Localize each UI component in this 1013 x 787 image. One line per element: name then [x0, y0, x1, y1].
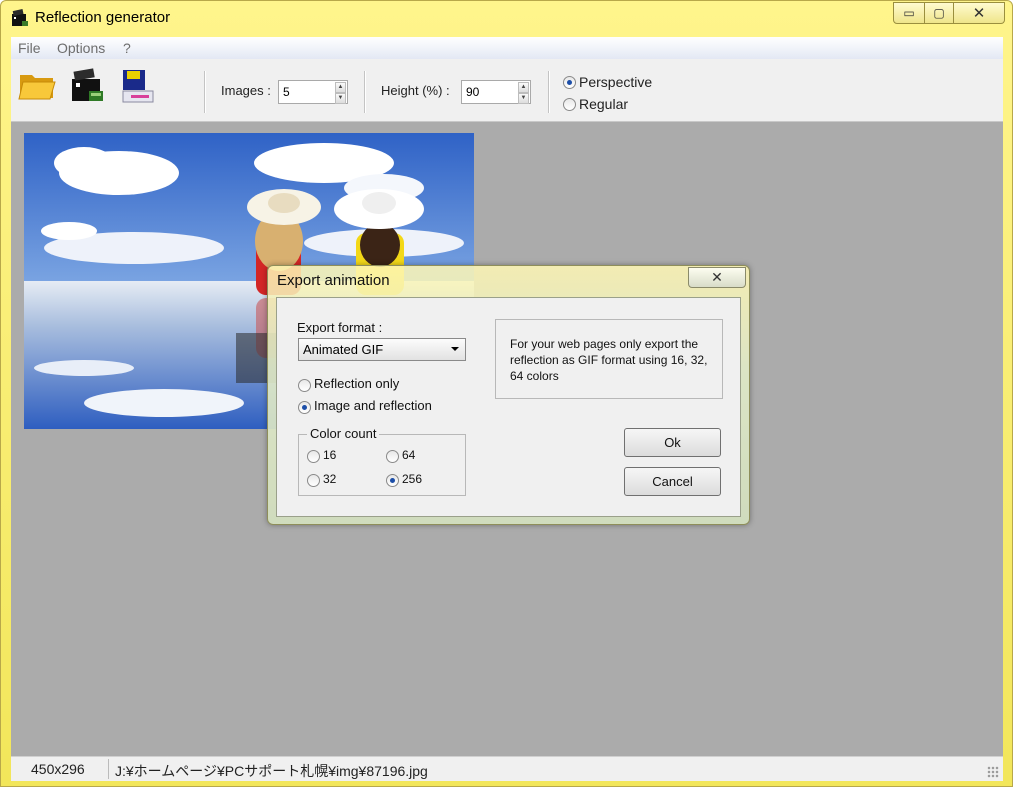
dialog-body: Export format : Animated GIF Reflection …: [276, 297, 741, 517]
status-bar: 450x296 J:¥ホームページ¥PCサポート札幌¥img¥87196.jpg: [11, 756, 1003, 781]
menu-help[interactable]: ?: [123, 40, 131, 56]
perspective-label[interactable]: Perspective: [579, 74, 652, 90]
cancel-button[interactable]: Cancel: [624, 467, 721, 496]
images-spinner[interactable]: 5 ▲ ▼: [278, 80, 348, 104]
color-count-group: Color count 16 64 32 256: [298, 426, 466, 496]
menu-options[interactable]: Options: [57, 40, 105, 56]
spin-up-icon[interactable]: ▲: [518, 82, 529, 93]
film-icon[interactable]: [67, 65, 107, 105]
spin-down-icon[interactable]: ▼: [518, 93, 529, 104]
image-size-status: 450x296: [31, 761, 85, 777]
toolbar-separator: [548, 71, 550, 113]
maximize-button[interactable]: ▢: [925, 2, 954, 24]
color-16-label[interactable]: 16: [323, 448, 336, 462]
close-button[interactable]: ✕: [954, 2, 1005, 24]
toolbar: Images : 5 ▲ ▼ Height (%) : 90 ▲ ▼ Persp…: [11, 59, 1003, 122]
height-label: Height (%) :: [381, 83, 450, 98]
toolbar-separator: [364, 71, 366, 113]
regular-radio[interactable]: [563, 98, 576, 111]
minimize-button[interactable]: ▭: [893, 2, 925, 24]
dialog-close-button[interactable]: ✕: [688, 267, 746, 288]
export-format-select[interactable]: Animated GIF: [298, 338, 466, 361]
color-64-radio[interactable]: [386, 450, 399, 463]
dialog-title: Export animation: [277, 272, 390, 289]
reflection-only-radio[interactable]: [298, 379, 311, 392]
image-and-reflection-label[interactable]: Image and reflection: [314, 398, 432, 413]
reflection-only-label[interactable]: Reflection only: [314, 376, 399, 391]
save-disk-icon[interactable]: [117, 65, 157, 105]
ok-button[interactable]: Ok: [624, 428, 721, 457]
menu-file[interactable]: File: [18, 40, 41, 56]
app-window: Reflection generator ▭ ▢ ✕ File Options …: [0, 0, 1013, 787]
color-count-title: Color count: [307, 426, 380, 441]
height-spinner[interactable]: 90 ▲ ▼: [461, 80, 531, 104]
images-value[interactable]: 5: [283, 85, 290, 99]
resize-grip-icon[interactable]: [987, 766, 999, 778]
chevron-down-icon: [451, 347, 459, 351]
images-label: Images :: [221, 83, 271, 98]
perspective-radio[interactable]: [563, 76, 576, 89]
export-animation-dialog: Export animation ✕ Export format : Anima…: [267, 265, 750, 525]
toolbar-separator: [204, 71, 206, 113]
color-64-label[interactable]: 64: [402, 448, 415, 462]
color-256-radio[interactable]: [386, 474, 399, 487]
title-bar[interactable]: Reflection generator ▭ ▢ ✕: [1, 1, 1012, 35]
export-format-value: Animated GIF: [303, 342, 384, 357]
color-16-radio[interactable]: [307, 450, 320, 463]
maximize-icon: ▢: [933, 6, 945, 20]
close-icon: ✕: [711, 269, 723, 285]
spin-down-icon[interactable]: ▼: [335, 93, 346, 104]
minimize-icon: ▭: [903, 6, 915, 20]
info-text: For your web pages only export the refle…: [510, 337, 708, 383]
status-divider: [108, 759, 109, 779]
color-32-label[interactable]: 32: [323, 472, 336, 486]
spin-up-icon[interactable]: ▲: [335, 82, 346, 93]
menu-bar: File Options ?: [11, 37, 1003, 59]
info-box: For your web pages only export the refle…: [495, 319, 723, 399]
export-format-label: Export format :: [297, 320, 383, 335]
height-value[interactable]: 90: [466, 85, 479, 99]
image-and-reflection-radio[interactable]: [298, 401, 311, 414]
color-32-radio[interactable]: [307, 474, 320, 487]
color-256-label[interactable]: 256: [402, 472, 422, 486]
close-icon: ✕: [972, 5, 986, 22]
app-film-icon: [12, 9, 28, 26]
open-folder-icon[interactable]: [17, 65, 57, 105]
regular-label[interactable]: Regular: [579, 96, 628, 112]
file-path-status: J:¥ホームページ¥PCサポート札幌¥img¥87196.jpg: [115, 763, 428, 779]
window-title: Reflection generator: [35, 9, 171, 26]
